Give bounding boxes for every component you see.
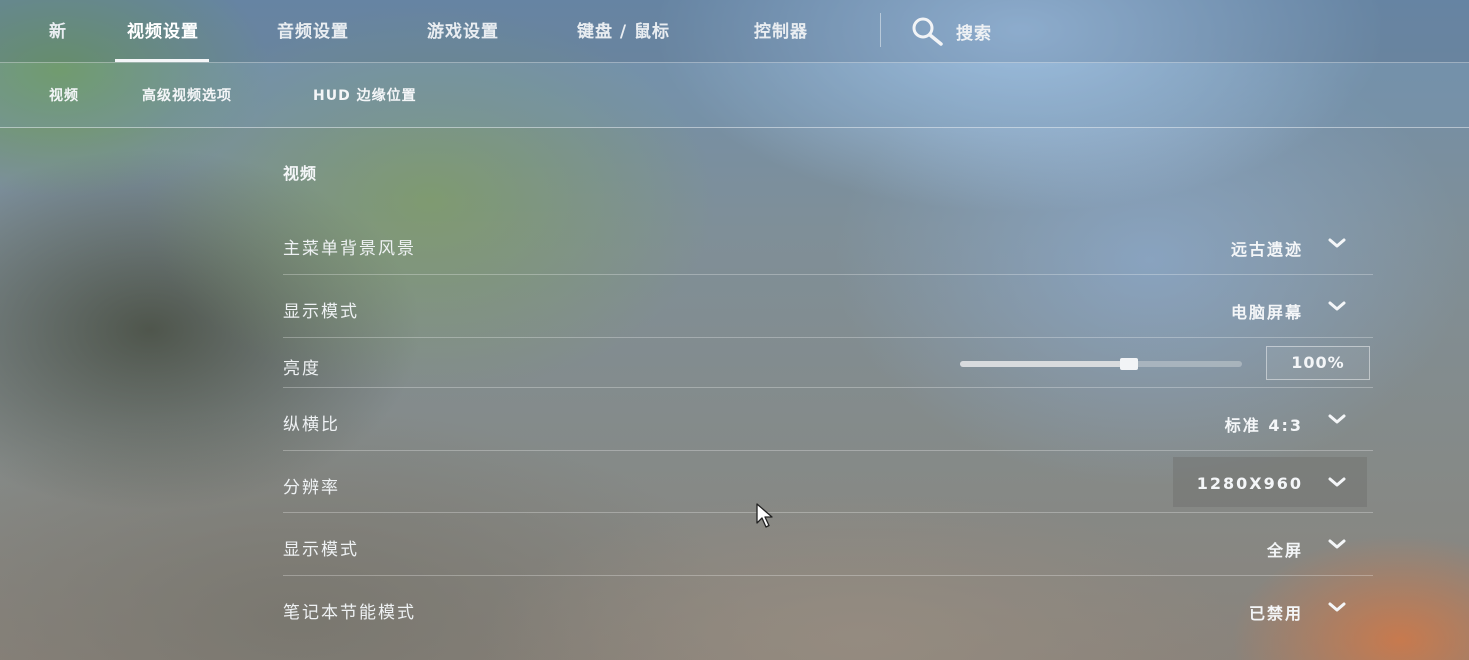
chevron-down-icon[interactable] [1327, 299, 1347, 313]
subtab-hud-edge-position[interactable]: HUD 边缘位置 [313, 63, 417, 127]
setting-value[interactable]: 全屏 [1267, 537, 1303, 561]
search-icon [910, 16, 946, 46]
chevron-down-icon[interactable] [1327, 236, 1347, 250]
subtab-advanced-video[interactable]: 高级视频选项 [142, 63, 232, 127]
chevron-down-icon[interactable] [1327, 600, 1347, 614]
subtab-video[interactable]: 视频 [49, 63, 79, 127]
setting-label: 纵横比 [283, 415, 340, 435]
setting-value[interactable]: 1280X960 [1197, 474, 1303, 493]
tab-keyboard-mouse[interactable]: 键盘 / 鼠标 [577, 0, 670, 62]
tab-game-settings[interactable]: 游戏设置 [427, 0, 499, 62]
setting-value[interactable]: 标准 4:3 [1225, 412, 1303, 436]
nav-divider [880, 13, 881, 47]
chevron-down-icon[interactable] [1327, 412, 1347, 426]
brightness-value-box[interactable]: 100% [1266, 346, 1370, 380]
brightness-slider[interactable] [960, 358, 1242, 370]
setting-row-aspect-ratio[interactable]: 纵横比 标准 4:3 [283, 388, 1373, 451]
tab-controller[interactable]: 控制器 [754, 0, 808, 62]
setting-row-display-mode[interactable]: 显示模式 电脑屏幕 [283, 275, 1373, 338]
tab-video-settings[interactable]: 视频设置 [115, 0, 209, 62]
setting-row-resolution[interactable]: 分辨率 1280X960 [283, 451, 1373, 513]
chevron-down-icon[interactable] [1327, 475, 1347, 489]
setting-label: 显示模式 [283, 302, 359, 322]
setting-row-menu-background[interactable]: 主菜单背景风景 远古遗迹 [283, 212, 1373, 275]
sub-nav: 视频 高级视频选项 HUD 边缘位置 [0, 63, 1469, 128]
setting-value[interactable]: 电脑屏幕 [1231, 299, 1303, 323]
setting-label: 主菜单背景风景 [283, 239, 416, 259]
search-button[interactable]: 搜索 [910, 0, 992, 62]
tab-new[interactable]: 新 [49, 0, 67, 62]
section-title: 视频 [283, 164, 318, 183]
setting-label: 笔记本节能模式 [283, 603, 416, 623]
slider-fill [960, 361, 1130, 367]
setting-row-display-mode-2[interactable]: 显示模式 全屏 [283, 513, 1373, 576]
mouse-cursor-icon [756, 503, 773, 528]
setting-row-laptop-power-saving[interactable]: 笔记本节能模式 已禁用 [283, 576, 1373, 638]
setting-label: 显示模式 [283, 540, 359, 560]
tab-audio-settings[interactable]: 音频设置 [277, 0, 349, 62]
chevron-down-icon[interactable] [1327, 537, 1347, 551]
setting-value[interactable]: 已禁用 [1249, 600, 1303, 624]
setting-label: 亮度 [283, 359, 321, 379]
search-label: 搜索 [956, 23, 992, 44]
top-nav: 新 视频设置 音频设置 游戏设置 键盘 / 鼠标 控制器 搜索 [0, 0, 1469, 63]
slider-handle[interactable] [1120, 358, 1139, 370]
setting-value[interactable]: 远古遗迹 [1231, 236, 1303, 260]
setting-row-brightness[interactable]: 亮度 100% [283, 338, 1373, 388]
setting-label: 分辨率 [283, 478, 340, 498]
